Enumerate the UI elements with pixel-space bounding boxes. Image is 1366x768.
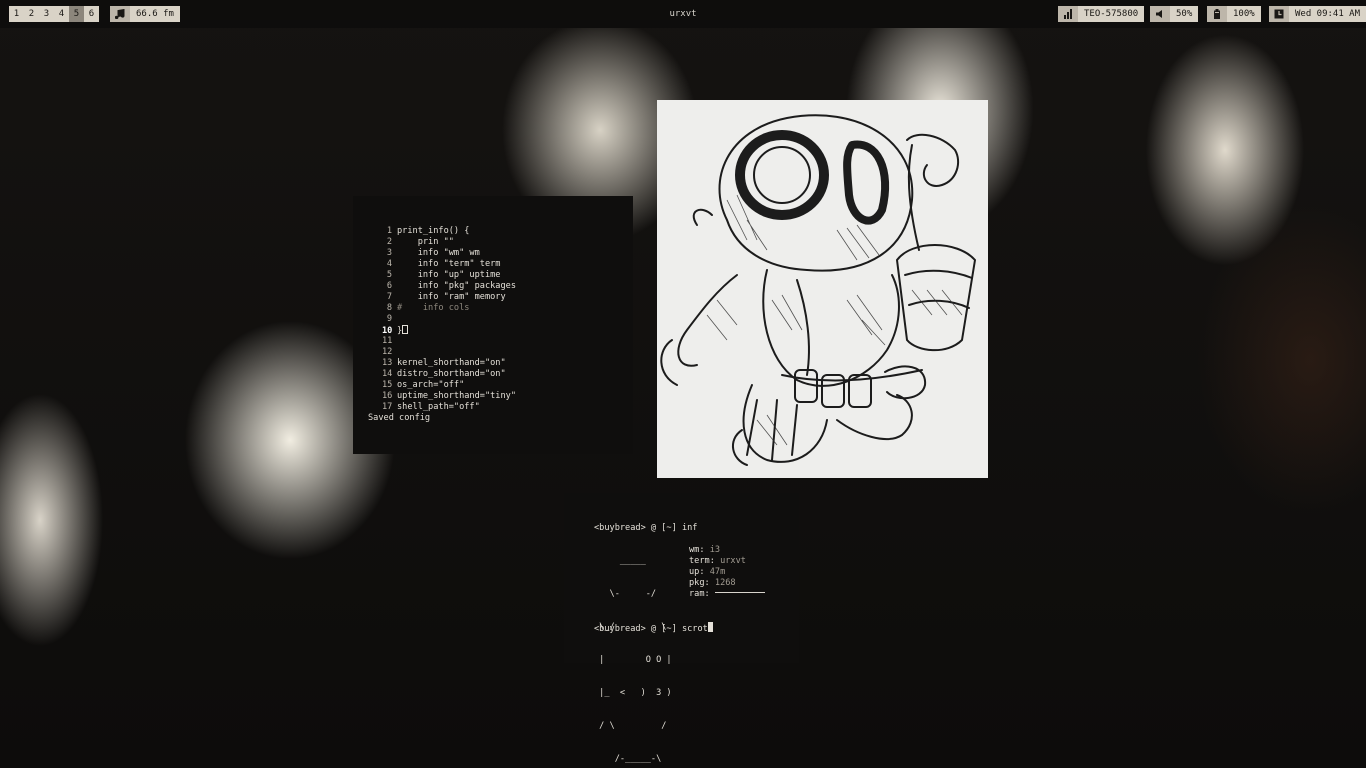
network-text: TEO-575800 (1084, 9, 1139, 19)
editor-line: 1 print_info() { (386, 226, 470, 236)
ram-usage-bar (714, 592, 765, 593)
editor-line: 3 info "wm" wm (386, 248, 480, 258)
editor-line: 4 info "term" term (386, 259, 501, 269)
fetch-output: _____ \- -/ \_/ \ | O O | |_ < ) 3 ) / \… (594, 534, 799, 764)
info-row-pkg: pkg: 1268 (689, 578, 736, 588)
battery-text: 100% (1233, 9, 1255, 19)
editor-line: 13 kernel_shorthand="on" (382, 358, 506, 368)
editor-line: 6 info "pkg" packages (386, 281, 516, 291)
block-cursor (707, 622, 713, 632)
network-block[interactable]: TEO-575800 (1058, 6, 1145, 22)
speaker-icon (1150, 6, 1170, 22)
editor-line: 17 shell_path="off" (382, 402, 480, 412)
text-cursor (402, 325, 409, 334)
editor-line: 9 (386, 314, 392, 324)
info-row-up: up: 47m (689, 567, 726, 577)
battery-icon (1207, 6, 1227, 22)
shell-prompt: <buybread> @ [~] inf (594, 523, 698, 533)
editor-line: 7 info "ram" memory (386, 292, 506, 302)
fetch-terminal-window[interactable]: <buybread> @ [~] inf _____ \- -/ \_/ \ |… (564, 493, 799, 764)
clock-text: Wed 09:41 AM (1295, 9, 1361, 19)
info-row-term: term: urxvt (689, 556, 746, 566)
editor-line: 16 uptime_shorthand="tiny" (382, 391, 516, 401)
ascii-logo: _____ \- -/ \_/ \ | O O | |_ < ) 3 ) / \… (594, 556, 672, 764)
battery-block[interactable]: 100% (1207, 6, 1261, 22)
editor-line: 2 prin "" (386, 237, 454, 247)
editor-terminal-window[interactable]: 1 print_info() { 2 prin "" 3 info "wm" wm… (353, 196, 633, 454)
editor-current-line: 10} (382, 325, 633, 336)
editor-status-message: Saved config (368, 413, 431, 423)
status-bar: 1 2 3 4 5 6 66.6 fm urxvt TEO-575800 50%… (0, 0, 1366, 28)
sketch-illustration (660, 114, 976, 466)
editor-line: 12 (382, 347, 393, 357)
editor-line: 11 (382, 336, 393, 346)
editor-line: 8 # info cols (386, 303, 470, 313)
info-row-ram: ram: (689, 589, 765, 600)
clock-icon (1269, 6, 1289, 22)
editor-line: 14 distro_shorthand="on" (382, 369, 506, 379)
volume-block[interactable]: 50% (1150, 6, 1199, 22)
info-row-wm: wm: i3 (689, 545, 721, 555)
image-viewer-window[interactable] (657, 100, 988, 478)
system-info-list: wm: i3 term: urxvt up: 47m pkg: 1268 ram… (689, 545, 765, 600)
clock-block[interactable]: Wed 09:41 AM (1269, 6, 1366, 22)
editor-line: 5 info "up" uptime (386, 270, 501, 280)
signal-bars-icon (1058, 6, 1078, 22)
volume-text: 50% (1176, 9, 1193, 19)
editor-line: 15 os_arch="off" (382, 380, 465, 390)
